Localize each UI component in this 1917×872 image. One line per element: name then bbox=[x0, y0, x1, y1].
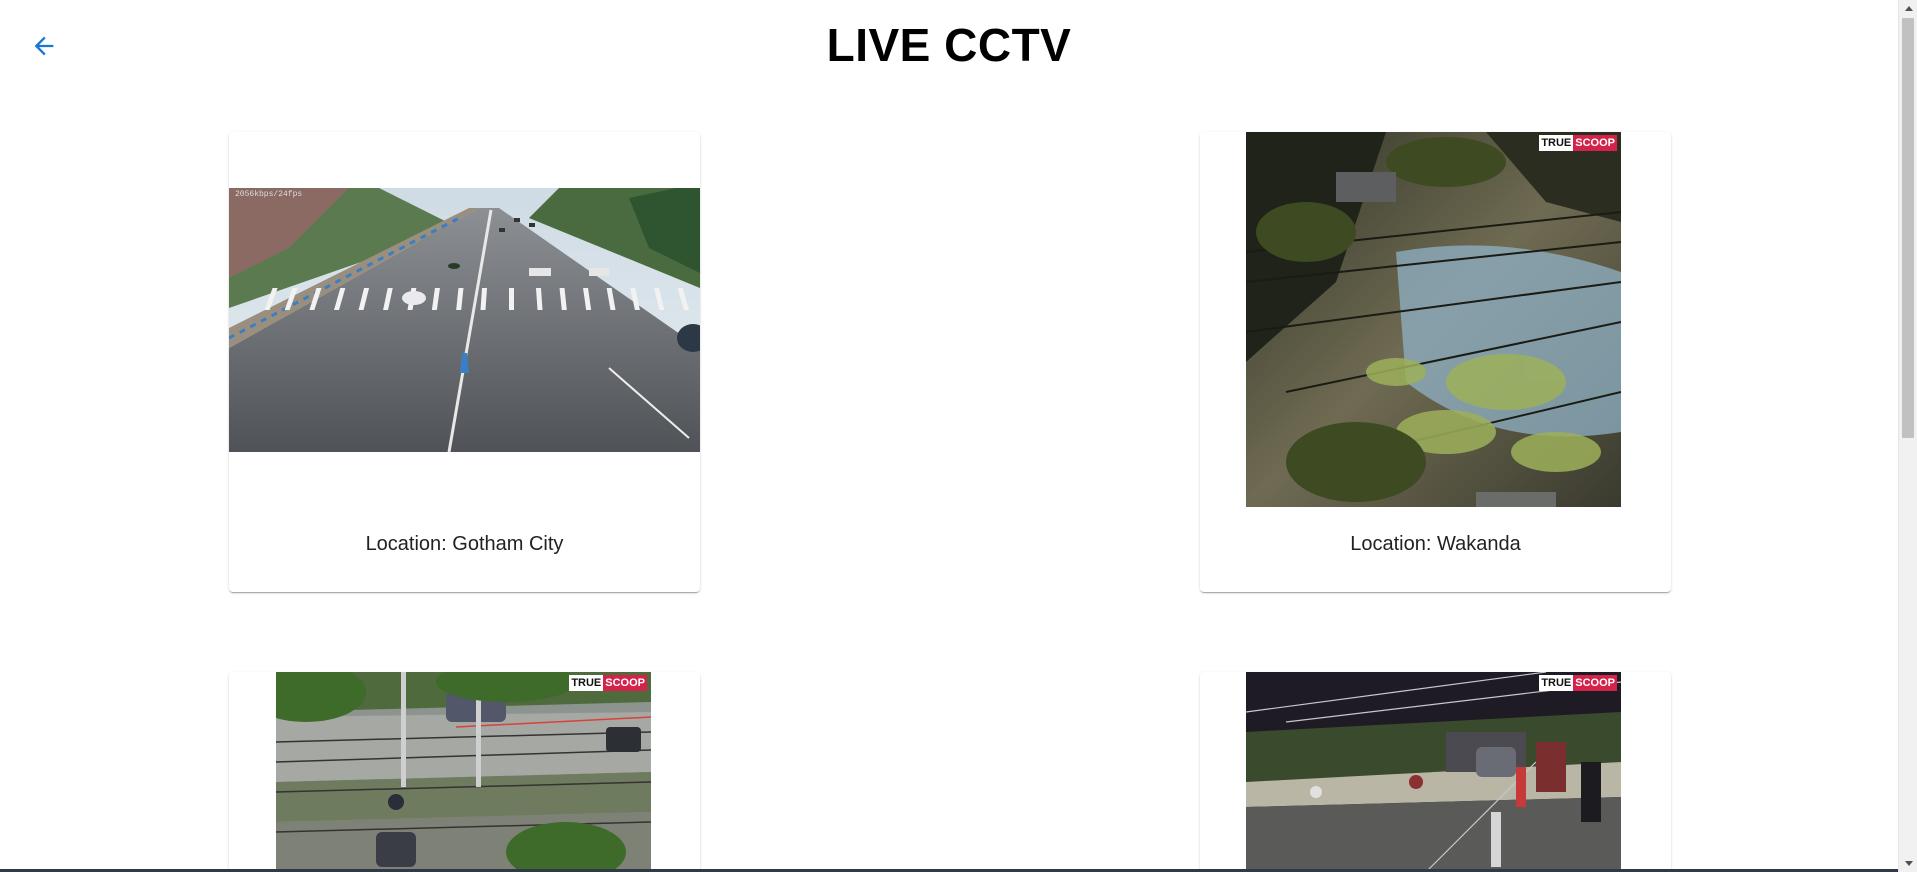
watermark-part-2: SCOOP bbox=[603, 675, 647, 691]
truescoop-watermark: TRUE SCOOP bbox=[1539, 675, 1617, 691]
truescoop-watermark: TRUE SCOOP bbox=[1539, 135, 1617, 151]
camera-feed-image: 2056kbps/24fps bbox=[229, 188, 700, 452]
watermark-part-1: TRUE bbox=[569, 675, 604, 691]
scrollbar-thumb[interactable] bbox=[1902, 18, 1914, 438]
truescoop-watermark: TRUE SCOOP bbox=[569, 675, 647, 691]
page: LIVE CCTV 2056kbps/24fps Location: Gotha… bbox=[0, 0, 1898, 872]
camera-card[interactable]: TRUE SCOOP bbox=[229, 672, 700, 872]
camera-location-label: Location: Wakanda bbox=[1350, 533, 1521, 555]
camera-feed-image: TRUE SCOOP bbox=[1246, 132, 1621, 507]
camera-feed-image: TRUE SCOOP bbox=[276, 672, 651, 872]
vertical-scrollbar[interactable] bbox=[1898, 0, 1917, 872]
watermark-part-1: TRUE bbox=[1539, 135, 1574, 151]
svg-text:2056kbps/24fps: 2056kbps/24fps bbox=[235, 190, 302, 199]
camera-card[interactable]: 2056kbps/24fps Location: Gotham City bbox=[229, 132, 700, 592]
scroll-up-arrow[interactable] bbox=[1899, 0, 1917, 17]
watermark-part-2: SCOOP bbox=[1573, 675, 1617, 691]
watermark-part-2: SCOOP bbox=[1573, 135, 1617, 151]
camera-location-label: Location: Gotham City bbox=[365, 533, 564, 555]
watermark-part-1: TRUE bbox=[1539, 675, 1574, 691]
camera-card[interactable]: TRUE SCOOP Location: Wakanda bbox=[1200, 132, 1671, 592]
page-title: LIVE CCTV bbox=[826, 19, 1072, 71]
camera-card[interactable]: TRUE SCOOP bbox=[1200, 672, 1671, 872]
camera-feed-image: TRUE SCOOP bbox=[1246, 672, 1621, 872]
scroll-down-arrow[interactable] bbox=[1899, 855, 1917, 872]
